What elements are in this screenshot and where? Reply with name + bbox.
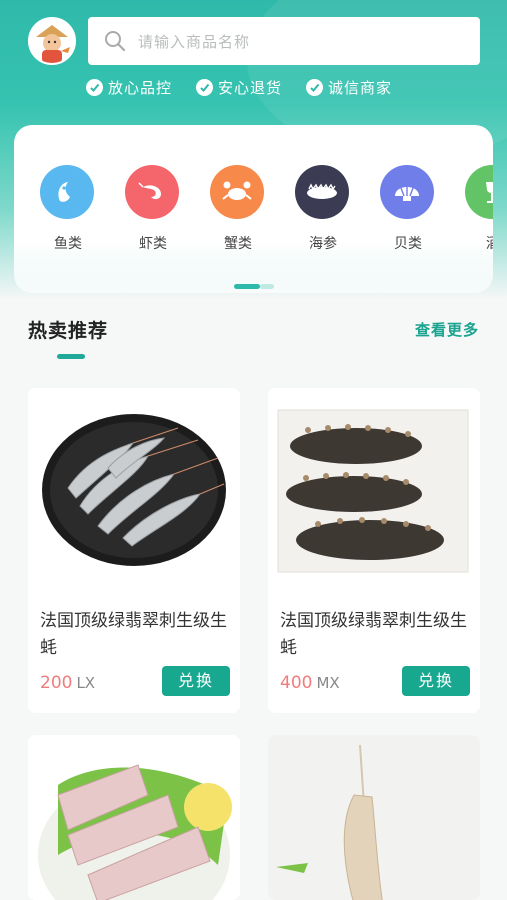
category-label: 蟹类 — [224, 236, 252, 252]
price-value: 400 — [280, 673, 313, 693]
category-label: 鱼类 — [54, 236, 82, 252]
product-price: 200 LX — [40, 673, 95, 693]
product-price: 400 MX — [280, 673, 340, 693]
badge-return: 安心退货 — [196, 77, 282, 98]
section-title-underline — [57, 354, 85, 359]
category-label: 贝类 — [394, 236, 422, 252]
category-fish[interactable]: 鱼类 — [40, 165, 96, 253]
price-unit: LX — [76, 674, 96, 692]
category-crab[interactable]: 蟹类 — [210, 165, 266, 253]
shrimp-icon — [125, 165, 179, 219]
exchange-button[interactable]: 兑换 — [162, 666, 230, 696]
product-name: 法国顶级绿翡翠刺生级生蚝 — [40, 611, 227, 658]
shell-icon — [380, 165, 434, 219]
sea-cucumber-icon — [295, 165, 349, 219]
product-card[interactable]: 法国顶级绿翡翠刺生级生蚝 400 MX 兑换 — [268, 388, 480, 713]
check-circle-icon — [306, 79, 324, 96]
check-circle-icon — [86, 79, 103, 96]
carousel-indicator — [234, 284, 274, 289]
badge-quality: 放心品控 — [86, 77, 172, 98]
category-shell[interactable]: 贝类 — [380, 165, 436, 253]
category-sea-cucumber[interactable]: 海参 — [295, 165, 351, 253]
indicator-active — [234, 284, 260, 289]
crab-icon — [210, 165, 264, 219]
fisherman-avatar-icon — [36, 25, 70, 63]
price-unit: MX — [316, 674, 340, 692]
badge-label: 诚信商家 — [328, 79, 393, 97]
prawn-product-image — [268, 735, 480, 900]
fish-icon — [40, 165, 94, 219]
product-name: 法国顶级绿翡翠刺生级生蚝 — [280, 611, 467, 658]
category-shrimp[interactable]: 虾类 — [125, 165, 181, 253]
price-value: 200 — [40, 673, 73, 693]
category-wine[interactable]: 酒 — [465, 165, 493, 253]
indicator-inactive — [260, 284, 274, 289]
squid-product-image — [28, 735, 240, 900]
badge-label: 安心退货 — [218, 79, 283, 97]
exchange-button[interactable]: 兑换 — [402, 666, 470, 696]
section-title: 热卖推荐 — [28, 320, 109, 342]
product-card[interactable] — [28, 735, 240, 900]
sea-cucumber-product-image — [268, 388, 480, 593]
search-placeholder: 请输入商品名称 — [138, 32, 251, 51]
badge-merchant: 诚信商家 — [306, 77, 392, 98]
view-more-link[interactable]: 查看更多 — [415, 319, 479, 340]
product-card[interactable] — [268, 735, 480, 900]
product-card[interactable]: 法国顶级绿翡翠刺生级生蚝 200 LX 兑换 — [28, 388, 240, 713]
category-label: 海参 — [309, 236, 337, 252]
trust-badges: 放心品控 安心退货 诚信商家 — [86, 77, 392, 98]
check-circle-icon — [196, 79, 214, 96]
category-label: 虾类 — [139, 236, 167, 252]
wine-icon — [465, 165, 493, 219]
category-label: 酒 — [465, 233, 493, 253]
search-bar[interactable]: 请输入商品名称 — [88, 17, 480, 65]
search-icon — [105, 31, 126, 52]
avatar[interactable] — [28, 17, 76, 65]
shrimp-product-image — [28, 388, 240, 593]
category-panel: 鱼类 虾类 蟹类 海参 贝类 酒 — [14, 125, 493, 293]
badge-label: 放心品控 — [108, 79, 173, 97]
